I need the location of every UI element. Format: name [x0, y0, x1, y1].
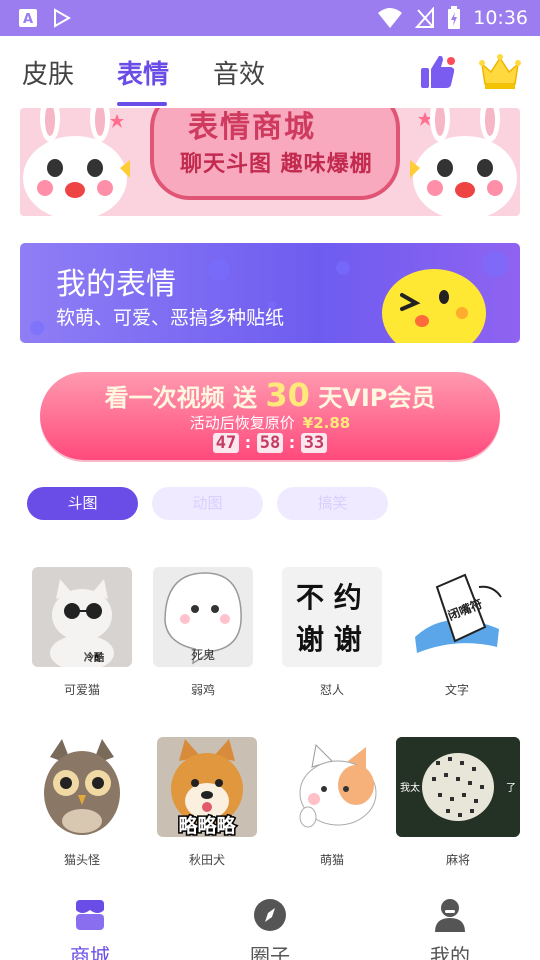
akita-dog-sticker-image: 略略略 — [171, 739, 243, 837]
nav-circle[interactable]: 圈子 — [220, 898, 320, 960]
top-tab-bar: 皮肤 表情 音效 — [0, 36, 540, 108]
nav-store[interactable]: 商城 — [40, 898, 140, 960]
text-sticker-image: 不 约 谢 谢 — [296, 581, 362, 656]
sticker-item-akita[interactable]: 略略略 秋田犬 — [157, 737, 257, 868]
active-tab-indicator — [117, 102, 167, 106]
filter-chip-funny[interactable]: 搞笑 — [277, 487, 388, 520]
nav-mine[interactable]: 我的 — [400, 898, 500, 960]
filter-chip-doutu[interactable]: 斗图 — [27, 487, 138, 520]
vip-countdown: 47 : 58 : 33 — [40, 433, 500, 453]
thumbs-up-icon[interactable] — [418, 52, 458, 92]
sticker-label: 猫头怪 — [63, 853, 100, 867]
banner-subtitle: 聊天斗图 趣味爆棚 — [180, 152, 373, 177]
svg-text:死鬼: 死鬼 — [191, 647, 215, 662]
vip-headline: 看一次视频 送 30 天VIP会员 — [104, 376, 436, 414]
owl-sticker-image — [44, 739, 120, 835]
nav-store-label: 商城 — [70, 944, 110, 960]
star-icon — [110, 114, 124, 128]
no-signal-icon — [415, 7, 435, 28]
sticker-label: 秋田犬 — [188, 853, 225, 867]
battery-charging-icon — [448, 6, 461, 29]
my-stickers-title: 我的表情 — [56, 267, 176, 302]
countdown-hours: 47 — [212, 433, 240, 453]
my-stickers-banner[interactable]: 我的表情 软萌、可爱、恶搞多种贴纸 — [20, 243, 520, 343]
winking-emoji-icon — [382, 269, 486, 343]
filter-chip-gif[interactable]: 动图 — [152, 487, 263, 520]
sticker-label: 萌猫 — [319, 853, 344, 867]
svg-text:了: 了 — [506, 782, 516, 794]
vip-crown-icon[interactable] — [478, 50, 522, 94]
svg-text:谢 谢: 谢 谢 — [296, 623, 362, 656]
svg-text:A: A — [23, 12, 33, 27]
vip-video-promo-banner[interactable]: 看一次视频 送 30 天VIP会员 活动后恢复原价 ¥2.88 47 : 58 :… — [40, 372, 500, 460]
store-icon — [76, 900, 104, 930]
svg-text:略略略: 略略略 — [178, 814, 236, 837]
sticker-item-mahjong[interactable]: 我太 了 麻将 — [396, 737, 520, 868]
bunny-right-icon — [410, 108, 517, 216]
countdown-seconds: 33 — [300, 433, 328, 453]
svg-text:冷酷: 冷酷 — [84, 651, 104, 664]
svg-text:不 约: 不 约 — [296, 581, 362, 614]
sticker-item-owl[interactable]: 猫头怪 — [32, 737, 132, 868]
ghost-sticker-image: 死鬼 — [164, 572, 242, 665]
sticker-item-comeback[interactable]: 不 约 谢 谢 怼人 — [282, 567, 382, 698]
sticker-item-text[interactable]: 闭嘴符 文字 — [407, 567, 507, 698]
nav-circle-label: 圈子 — [250, 944, 290, 960]
my-stickers-description: 软萌、可爱、恶搞多种贴纸 — [56, 307, 285, 329]
wifi-icon — [378, 8, 403, 28]
compass-icon — [254, 899, 286, 931]
status-bar: A 10:36 — [0, 0, 540, 36]
sticker-label: 麻将 — [445, 853, 470, 867]
vip-restore-price: 活动后恢复原价 ¥2.88 — [189, 414, 351, 432]
sticker-item-cute-cat-2[interactable]: 萌猫 — [282, 737, 382, 868]
banner-title: 表情商城 — [188, 110, 316, 145]
kitten-sticker-image — [299, 743, 377, 828]
mahjong-sticker-image: 我太 了 — [396, 737, 520, 837]
bottom-navigation: 商城 圈子 我的 — [0, 890, 540, 960]
sticker-label: 怼人 — [319, 683, 344, 697]
svg-text:我太: 我太 — [400, 781, 420, 794]
play-store-icon — [54, 8, 72, 28]
user-icon — [435, 899, 465, 932]
nav-mine-label: 我的 — [430, 944, 470, 960]
sticker-item-cute-cat[interactable]: 冷酷 可爱猫 — [32, 567, 132, 698]
talisman-sticker-image: 闭嘴符 — [415, 573, 502, 653]
tab-sound-effects[interactable]: 音效 — [213, 54, 265, 91]
sticker-label: 弱鸡 — [190, 683, 215, 697]
countdown-minutes: 58 — [256, 433, 284, 453]
tab-skins[interactable]: 皮肤 — [22, 54, 74, 91]
tab-stickers[interactable]: 表情 — [117, 54, 169, 91]
status-time: 10:36 — [473, 7, 528, 29]
sticker-label: 文字 — [444, 683, 469, 697]
sticker-item-weak-chick[interactable]: 死鬼 弱鸡 — [153, 567, 253, 698]
sticker-store-banner[interactable]: 表情商城 聊天斗图 趣味爆棚 — [20, 108, 520, 216]
sticker-label: 可爱猫 — [63, 683, 100, 697]
app-notification-icon: A — [19, 9, 37, 27]
cat-sticker-image: 冷酷 — [50, 579, 114, 667]
